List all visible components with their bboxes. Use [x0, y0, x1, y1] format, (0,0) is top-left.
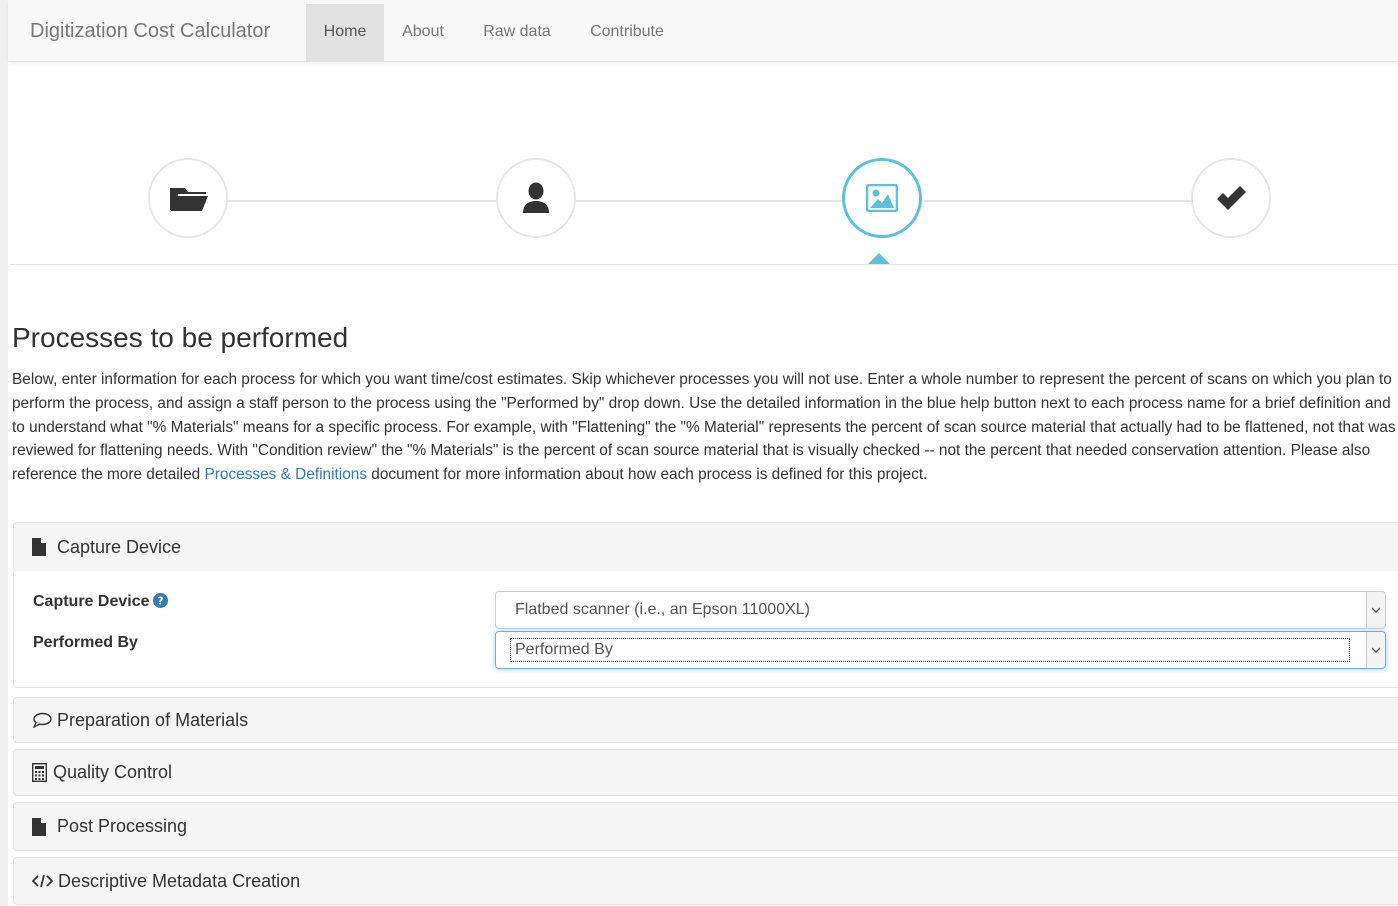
- intro-text: Below, enter information for each proces…: [12, 368, 1398, 487]
- intro-text-after: document for more information about how …: [367, 466, 928, 484]
- help-icon[interactable]: ?: [152, 593, 168, 613]
- nav-raw-data[interactable]: Raw data: [472, 4, 562, 61]
- nav-about[interactable]: About: [391, 4, 455, 61]
- panel-title: Capture Device: [57, 536, 182, 557]
- performed-by-label: Performed By: [33, 634, 138, 651]
- file-icon: [32, 817, 52, 837]
- chevron-down-icon: [1366, 632, 1385, 668]
- navbar: Digitization Cost Calculator Home About …: [8, 0, 1398, 62]
- capture-device-label: Capture Device?: [33, 593, 168, 613]
- code-icon: [32, 871, 54, 891]
- comment-icon: [32, 710, 52, 730]
- chevron-down-icon: [1366, 592, 1385, 628]
- processes-definitions-link[interactable]: Processes & Definitions: [205, 466, 368, 483]
- wizard-step-processes[interactable]: [842, 158, 922, 238]
- brand-link[interactable]: Digitization Cost Calculator: [30, 20, 270, 43]
- performed-by-value: Performed By: [510, 638, 1350, 662]
- panel-title: Quality Control: [53, 762, 173, 782]
- panel-post-processing-header[interactable]: Post Processing: [13, 802, 1398, 851]
- panel-title: Descriptive Metadata Creation: [58, 870, 301, 891]
- wizard-connector: [228, 200, 496, 202]
- wizard-step-staff[interactable]: [496, 158, 576, 238]
- panel-quality-control-header[interactable]: Quality Control: [13, 749, 1398, 796]
- wizard-step-finish[interactable]: [1191, 158, 1271, 238]
- capture-device-select[interactable]: Flatbed scanner (i.e., an Epson 11000XL): [495, 591, 1386, 629]
- performed-by-select[interactable]: Performed By: [495, 631, 1386, 669]
- panel-title: Preparation of Materials: [57, 709, 249, 730]
- panel-preparation-header[interactable]: Preparation of Materials: [13, 697, 1398, 743]
- panel-descriptive-metadata-header[interactable]: Descriptive Metadata Creation: [13, 857, 1398, 905]
- file-icon: [32, 537, 52, 557]
- user-icon: [521, 182, 551, 214]
- picture-icon: [866, 184, 898, 212]
- folder-open-icon: [168, 184, 208, 212]
- page: Digitization Cost Calculator Home About …: [8, 0, 1398, 906]
- checkmark-icon: [1215, 185, 1247, 211]
- wizard-connector: [924, 200, 1192, 202]
- panel-title: Post Processing: [57, 816, 188, 836]
- panel-capture-device-header[interactable]: Capture Device: [13, 522, 1398, 572]
- nav-contribute[interactable]: Contribute: [578, 4, 676, 61]
- nav-home[interactable]: Home: [306, 4, 384, 61]
- wizard-divider: [10, 264, 1398, 265]
- active-step-caret: [868, 253, 890, 264]
- calculator-icon: [32, 763, 50, 783]
- wizard-connector: [576, 200, 843, 202]
- capture-device-value: Flatbed scanner (i.e., an Epson 11000XL): [515, 601, 810, 618]
- panel-capture-device-body: Capture Device? Performed By: [13, 571, 1398, 688]
- svg-text:?: ?: [157, 595, 163, 608]
- wizard-step-materials[interactable]: [148, 158, 228, 238]
- page-title: Processes to be performed: [12, 322, 349, 353]
